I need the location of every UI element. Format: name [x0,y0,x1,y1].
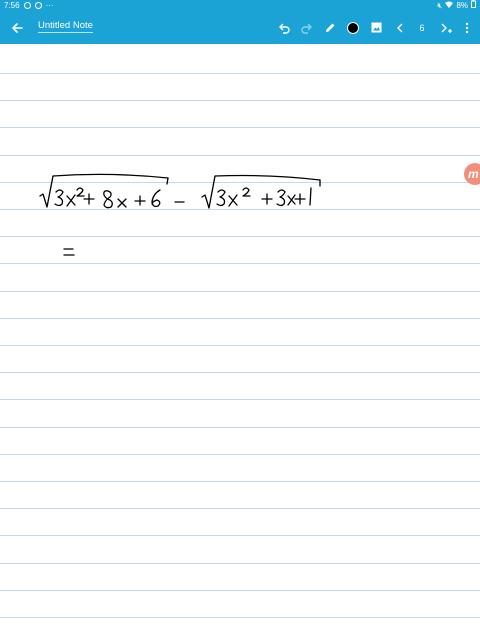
app-toolbar: Untitled Note 6 [0,11,480,44]
overflow-menu-button[interactable] [458,11,476,44]
battery-icon [471,0,476,11]
status-bar: 7:56 ··· 🔇︎ 8% [0,0,480,11]
color-picker-button[interactable] [343,11,363,44]
previous-page-button[interactable] [390,11,410,44]
battery-percent: 8% [456,1,468,10]
color-swatch-icon [347,21,359,34]
note-canvas[interactable]: √(3x² + 8x + 6) − √(3x² + 3x + 1) = [0,44,480,640]
chevron-right-plus-icon [441,23,452,33]
image-icon [371,22,381,33]
back-button[interactable] [6,11,28,44]
undo-button[interactable] [274,11,294,44]
pen-tool-button[interactable] [320,11,340,44]
floating-action-button[interactable]: m [464,163,480,185]
redo-button[interactable] [297,11,317,44]
more-vertical-icon [465,22,469,33]
note-title[interactable]: Untitled Note [38,20,93,33]
pen-icon [326,23,335,32]
mute-icon: 🔇︎ [437,1,443,10]
back-arrow-icon [12,22,23,33]
chevron-left-icon [397,23,403,32]
redo-icon [301,23,312,34]
status-time: 7:56 [4,1,20,10]
page-number: 6 [419,22,425,33]
more-notifications-icon: ··· [45,1,54,10]
notification-icon [34,2,42,9]
notification-icon [23,2,31,9]
undo-icon [279,23,290,34]
insert-image-button[interactable] [366,11,386,44]
next-page-button[interactable] [436,11,456,44]
handwriting-ink [39,173,321,256]
wifi-icon [445,0,454,11]
